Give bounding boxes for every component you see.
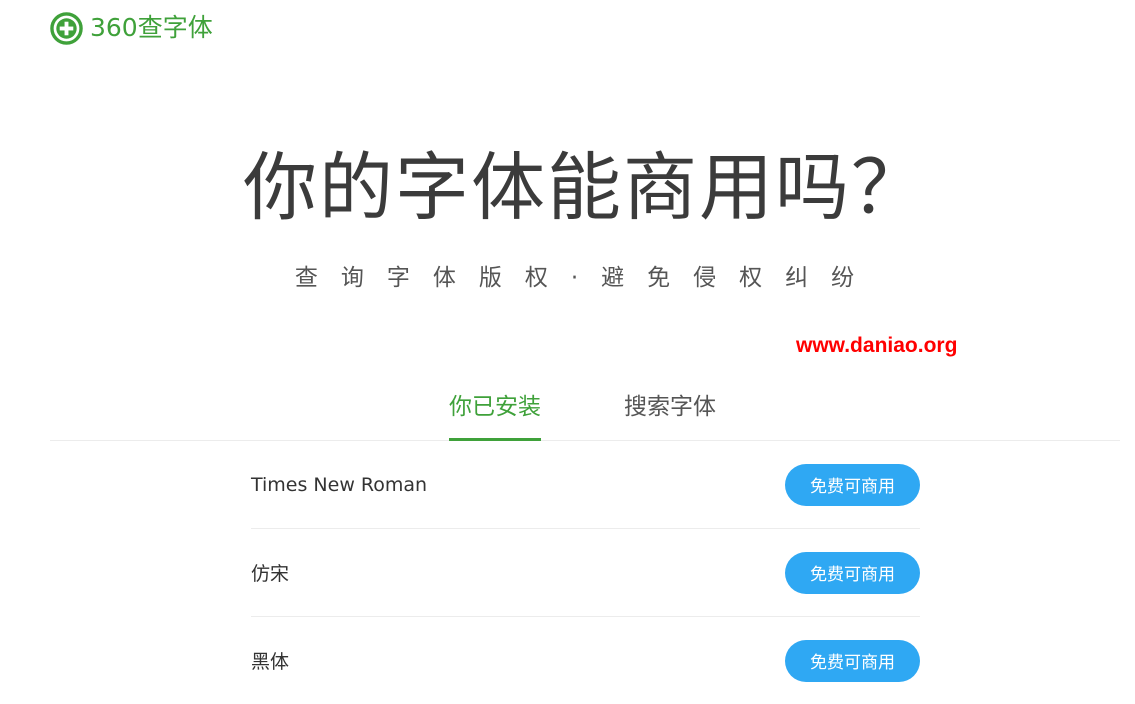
site-logo[interactable]: 360查字体 [50, 10, 213, 46]
font-name: 仿宋 [251, 563, 290, 585]
commercial-status-button[interactable]: 免费可商用 [785, 463, 920, 506]
font-name: 黑体 [251, 651, 290, 673]
plus-circle-icon [50, 11, 83, 45]
tab-bar: 你已安装 搜索字体 [50, 384, 1120, 441]
commercial-status-button[interactable]: 免费可商用 [785, 551, 920, 594]
tab-installed[interactable]: 你已安装 [449, 384, 541, 441]
logo-text: 360查字体 [90, 13, 213, 42]
font-name: Times New Roman [251, 473, 428, 496]
list-item: 仿宋 免费可商用 [251, 529, 920, 617]
commercial-status-button[interactable]: 免费可商用 [785, 639, 920, 682]
font-list: Times New Roman 免费可商用 仿宋 免费可商用 黑体 免费可商用 [251, 441, 920, 704]
hero-title: 你的字体能商用吗？ [243, 145, 927, 231]
tab-search-fonts[interactable]: 搜索字体 [624, 384, 716, 438]
hero-subtitle: 查询字体版权·避免侵权纠纷 [294, 265, 878, 291]
list-item: Times New Roman 免费可商用 [251, 441, 920, 529]
watermark: www.daniao.org [796, 334, 958, 357]
list-item: 黑体 免费可商用 [251, 617, 920, 704]
